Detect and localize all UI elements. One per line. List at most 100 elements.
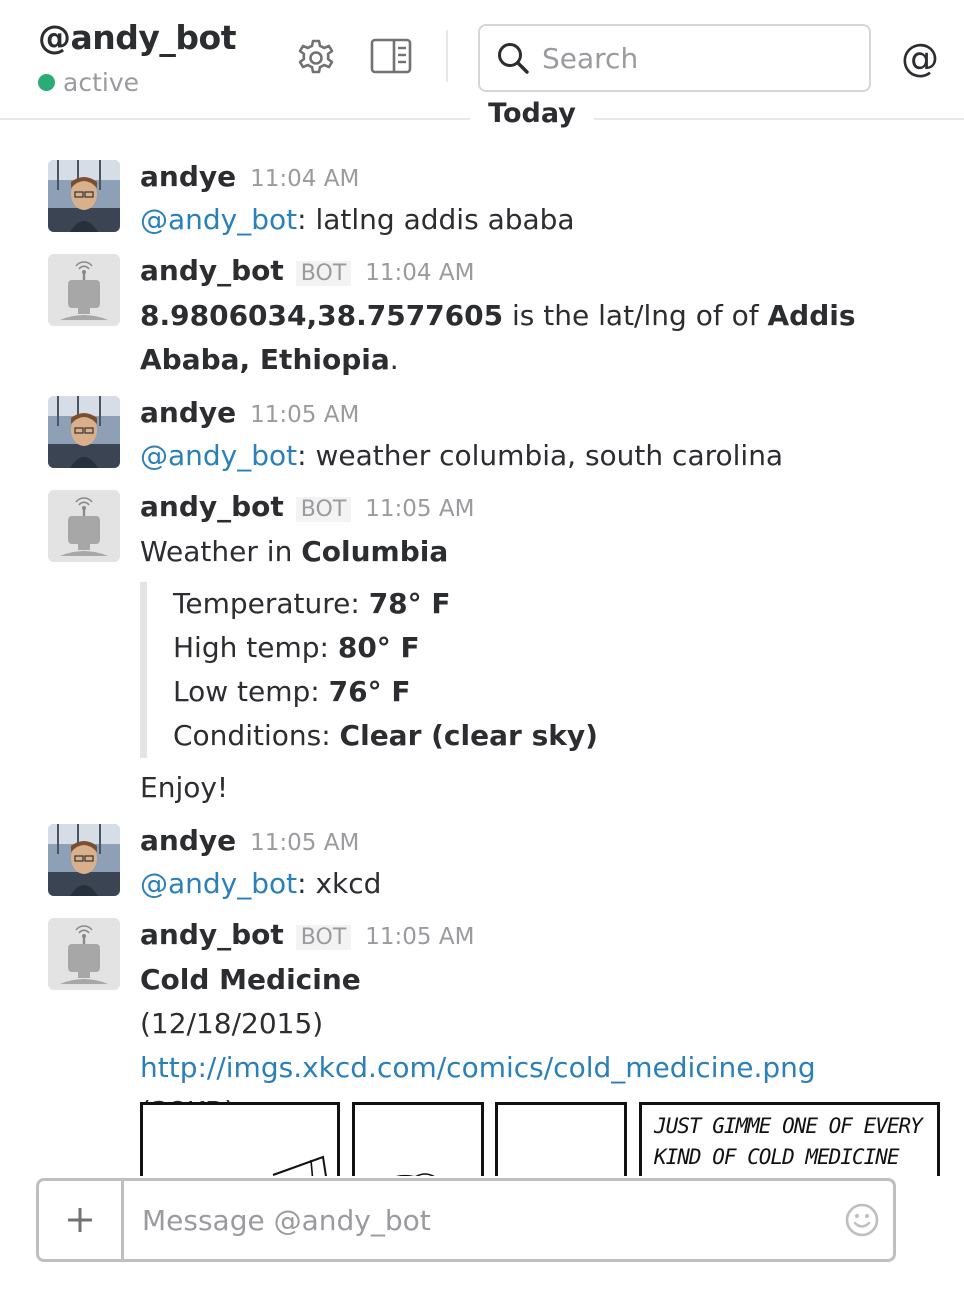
robot-icon [48,918,120,990]
comic-panel-drawing [395,1173,435,1176]
field-value: 80° F [337,631,420,664]
bot-avatar[interactable] [48,490,120,562]
attachment-field: High temp: 80° F [173,626,940,670]
message-text: @andy_bot: xkcd [140,862,940,906]
message-content: : weather columbia, south carolina [297,439,784,472]
timestamp[interactable]: 11:04 AM [365,260,474,286]
message-meta: andye 11:05 AM [140,396,940,434]
field-label: Low temp: [173,675,329,708]
message-meta: andy_bot BOT 11:04 AM [140,254,940,292]
city-name: Columbia [301,535,449,568]
gear-icon [298,39,334,74]
comic-image-preview[interactable]: JUST GIMME ONE OF EVERY KIND OF COLD MED… [140,1102,940,1176]
comic-panel [140,1102,340,1176]
comic-title: Cold Medicine [140,963,361,996]
message-meta: andye 11:05 AM [140,824,940,862]
timestamp[interactable]: 11:04 AM [250,166,359,192]
message-meta: andy_bot BOT 11:05 AM [140,918,940,956]
bot-badge: BOT [295,925,352,950]
message-text: @andy_bot: latlng addis ababa [140,198,940,242]
sidebar-panel-icon [370,38,412,74]
message-content: : xkcd [297,867,382,900]
mention-link[interactable]: @andy_bot [140,439,297,472]
mention-link[interactable]: @andy_bot [140,867,297,900]
field-value: 78° F [368,587,451,620]
attachment-field: Conditions: Clear (clear sky) [173,714,940,758]
comic-caption-line: JUST GIMME ONE OF EVERY [654,1114,923,1138]
message-input-wrapper [124,1181,831,1259]
header-separator [446,30,448,82]
field-label: High temp: [173,631,338,664]
message-content: is the lat/lng of of [503,299,768,332]
sender-name[interactable]: andy_bot [140,918,284,951]
attachment-field: Temperature: 78° F [173,582,940,626]
comic-caption: JUST GIMME ONE OF EVERY KIND OF COLD MED… [654,1111,923,1173]
channel-details-button[interactable] [368,36,414,76]
channel-name[interactable]: @andy_bot [38,18,236,57]
message-input[interactable] [142,1203,802,1237]
sender-name[interactable]: andye [140,396,236,429]
presence-dot-icon [38,74,55,91]
attachment-field: Low temp: 76° F [173,670,940,714]
bot-avatar[interactable] [48,918,120,990]
message-body: andy_bot BOT 11:05 AM Weather in Columbi… [140,490,940,810]
bot-badge: BOT [295,261,352,286]
search-icon [498,43,529,74]
message-content-end: . [389,343,399,376]
settings-gear-button[interactable] [294,36,338,80]
comic-date: (12/18/2015) [140,1007,324,1040]
emoji-button[interactable] [831,1181,893,1259]
mention-link[interactable]: @andy_bot [140,203,297,236]
sender-name[interactable]: andy_bot [140,254,284,287]
search-input[interactable] [542,41,842,75]
message-content: : latlng addis ababa [297,203,575,236]
coordinates: 8.9806034,38.7577605 [140,299,504,332]
weather-attachment: Temperature: 78° F High temp: 80° F Low … [140,582,940,758]
message-composer [36,1178,896,1262]
message-text: Weather in Columbia [140,530,940,574]
timestamp[interactable]: 11:05 AM [365,496,474,522]
sender-name[interactable]: andye [140,160,236,193]
field-label: Temperature: [173,587,369,620]
message-text: @andy_bot: weather columbia, south carol… [140,434,940,478]
sender-name[interactable]: andye [140,824,236,857]
weather-intro: Weather in [140,535,302,568]
avatar[interactable] [48,160,120,232]
message-outro: Enjoy! [140,771,229,804]
mentions-button[interactable]: @ [898,36,942,80]
message-body: andye 11:05 AM @andy_bot: xkcd [140,824,940,906]
divider-line-left [0,118,470,120]
search-box[interactable] [478,24,871,92]
timestamp[interactable]: 11:05 AM [250,402,359,428]
image-link[interactable]: http://imgs.xkcd.com/comics/cold_medicin… [140,1051,816,1084]
robot-icon [48,490,120,562]
message-meta: andy_bot BOT 11:05 AM [140,490,940,528]
message-body: andye 11:04 AM @andy_bot: latlng addis a… [140,160,940,242]
field-value: 76° F [328,675,411,708]
day-divider: Today [0,96,964,142]
comic-panel-drawing [272,1155,327,1176]
comic-caption-line: KIND OF COLD MEDICINE [654,1145,900,1169]
divider-line-right [594,118,964,120]
message-meta: andye 11:04 AM [140,160,940,198]
comic-panel: JUST GIMME ONE OF EVERY KIND OF COLD MED… [639,1102,940,1176]
smiley-icon [845,1203,879,1237]
user-photo-avatar [48,160,120,232]
field-label: Conditions: [173,719,340,752]
bot-avatar[interactable] [48,254,120,326]
field-value: Clear (clear sky) [339,719,598,752]
presence-indicator: active [38,68,139,97]
avatar[interactable] [48,396,120,468]
sender-name[interactable]: andy_bot [140,490,284,523]
message-list[interactable]: andye 11:04 AM @andy_bot: latlng addis a… [0,142,964,1176]
robot-icon [48,254,120,326]
timestamp[interactable]: 11:05 AM [250,830,359,856]
avatar[interactable] [48,824,120,896]
message-body: andy_bot BOT 11:04 AM 8.9806034,38.75776… [140,254,940,382]
add-attachment-button[interactable] [39,1181,124,1259]
plus-icon [68,1208,92,1232]
user-photo-avatar [48,396,120,468]
bot-badge: BOT [295,497,352,522]
comic-panel [495,1102,627,1176]
timestamp[interactable]: 11:05 AM [365,924,474,950]
